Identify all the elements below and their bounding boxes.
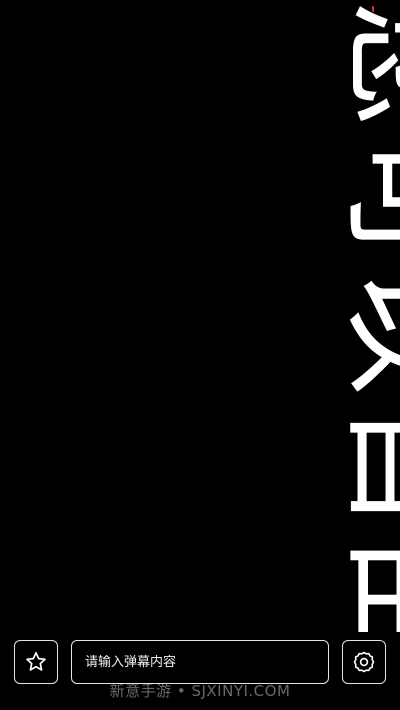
- star-icon: [26, 651, 46, 671]
- site-watermark: 新意手游 • SJXINYI.COM: [109, 682, 291, 700]
- danmaku-input-box[interactable]: [71, 640, 329, 684]
- scrolling-danmaku-text: 您可以自由: [330, 0, 400, 632]
- danmaku-input[interactable]: [85, 654, 328, 670]
- favorite-button[interactable]: [14, 640, 58, 684]
- settings-button[interactable]: [342, 640, 386, 684]
- gear-icon: [353, 651, 375, 673]
- danmaku-display-area: 您可以自由: [0, 0, 400, 632]
- bottom-control-bar: [0, 638, 400, 686]
- danmaku-screen: 您可以自由 新意手游 • SJXINYI.COM: [0, 0, 400, 710]
